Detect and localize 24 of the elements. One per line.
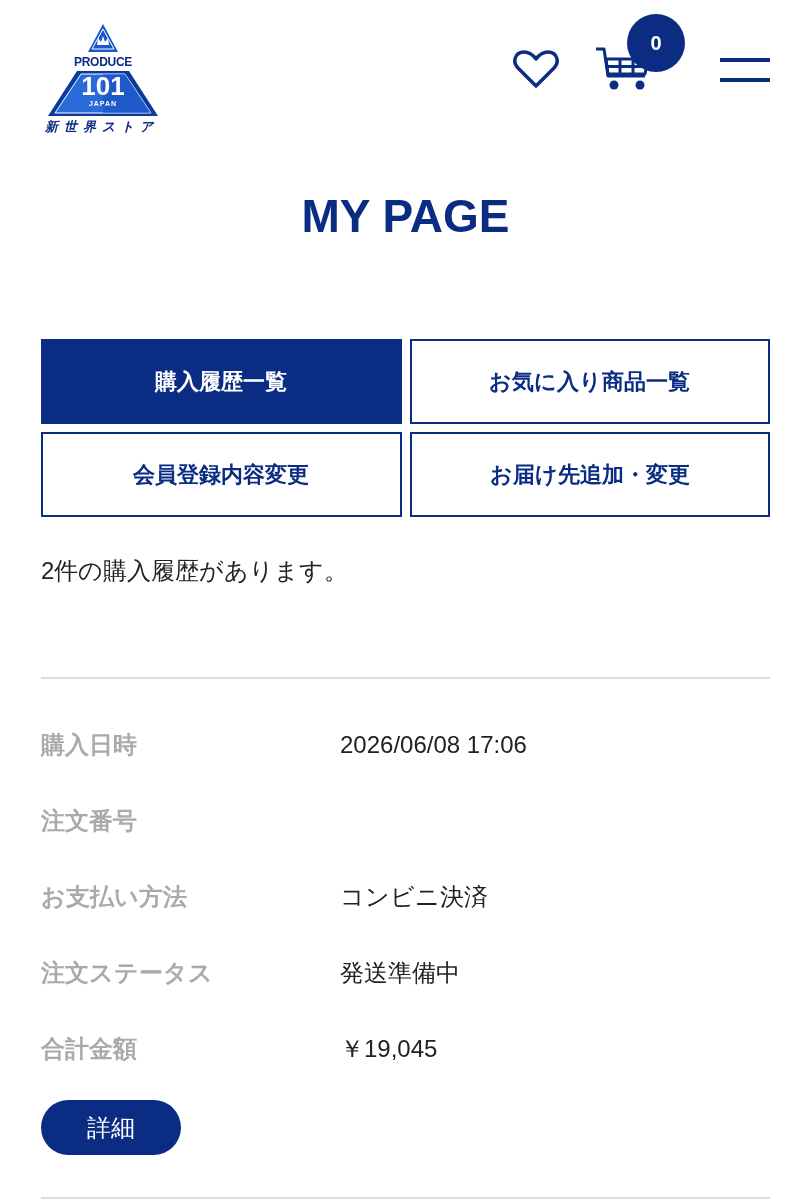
purchase-count-text: 2件の購入履歴があります。	[41, 556, 350, 586]
cart-count-badge: 0	[627, 14, 685, 72]
field-label: 合計金額	[41, 1034, 138, 1064]
tab[interactable]: お気に入り商品一覧	[409, 339, 770, 424]
detail-button[interactable]: 詳細	[41, 1100, 181, 1155]
field-value: コンビニ決済	[340, 882, 488, 912]
field-value: 発送準備中	[340, 958, 460, 988]
favorites-button[interactable]	[513, 48, 559, 90]
field-label: お支払い方法	[41, 882, 188, 912]
field-label: 注文ステータス	[41, 958, 214, 988]
tab[interactable]: 会員登録内容変更	[41, 432, 402, 517]
field-label: 注文番号	[41, 806, 138, 836]
field-label: 購入日時	[41, 730, 138, 760]
tab[interactable]: お届け先追加・変更	[409, 432, 770, 517]
logo-number: 101	[81, 72, 125, 100]
page-title: MY PAGE	[300, 189, 511, 244]
logo-wordmark: PRODUCE	[74, 54, 132, 70]
heart-icon	[513, 49, 559, 89]
field-value: ￥19,045	[340, 1034, 438, 1064]
field-value: 2026/06/08 17:06	[340, 730, 527, 760]
menu-button[interactable]	[720, 58, 770, 82]
cart-button[interactable]: 0	[595, 14, 685, 90]
tab[interactable]: 購入履歴一覧	[41, 339, 402, 424]
logo-store-name: 新世界ストア	[44, 119, 160, 135]
